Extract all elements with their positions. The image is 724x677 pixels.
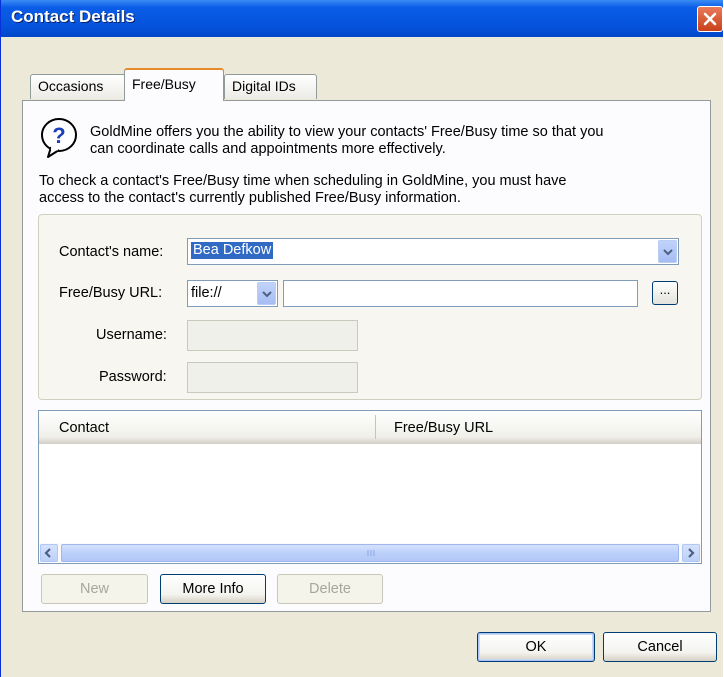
protocol-dropdown-button[interactable]: [257, 282, 276, 305]
contact-details-window: Contact Details Occasions Free/Busy Digi…: [0, 0, 723, 677]
scroll-thumb[interactable]: [61, 544, 679, 562]
cancel-button[interactable]: Cancel: [603, 632, 717, 662]
column-header-contact[interactable]: Contact: [59, 420, 109, 436]
more-info-button[interactable]: More Info: [160, 574, 266, 604]
scroll-left-button[interactable]: [40, 544, 58, 562]
tab-free-busy[interactable]: Free/Busy: [124, 68, 224, 101]
info-text-line-3: To check a contact's Free/Busy time when…: [39, 173, 567, 189]
tab-digital-ids[interactable]: Digital IDs: [224, 74, 317, 99]
protocol-select[interactable]: file://: [187, 280, 278, 307]
tab-occasions[interactable]: Occasions: [30, 74, 126, 99]
username-label: Username:: [96, 327, 167, 343]
browse-button[interactable]: ...: [652, 281, 678, 305]
protocol-value: file://: [191, 285, 222, 301]
close-button[interactable]: [697, 6, 723, 32]
info-text-line-1: GoldMine offers you the ability to view …: [90, 124, 604, 140]
contact-name-combo[interactable]: Bea Defkow: [187, 238, 679, 265]
list-header: Contact Free/Busy URL: [39, 411, 701, 444]
free-busy-url-input[interactable]: [283, 280, 638, 307]
question-bubble-icon: ?: [41, 118, 77, 158]
new-button[interactable]: New: [41, 574, 148, 604]
contacts-list[interactable]: Contact Free/Busy URL: [38, 410, 702, 564]
close-icon: [703, 12, 717, 26]
title-bar[interactable]: Contact Details: [1, 0, 723, 37]
username-input[interactable]: [187, 320, 358, 351]
window-title: Contact Details: [11, 7, 135, 26]
ok-button[interactable]: OK: [477, 632, 595, 662]
column-separator[interactable]: [375, 415, 376, 439]
free-busy-url-label: Free/Busy URL:: [59, 285, 163, 301]
password-label: Password:: [99, 369, 167, 385]
info-text-line-2: can coordinate calls and appointments mo…: [90, 141, 446, 157]
chevron-down-icon: [663, 249, 673, 256]
info-text-line-4: access to the contact's currently publis…: [39, 190, 461, 206]
delete-button[interactable]: Delete: [277, 574, 383, 604]
chevron-down-icon: [262, 291, 272, 298]
scroll-right-button[interactable]: [682, 544, 700, 562]
horizontal-scrollbar[interactable]: [39, 543, 701, 563]
contact-name-label: Contact's name:: [59, 244, 164, 260]
column-header-free-busy-url[interactable]: Free/Busy URL: [394, 420, 493, 436]
svg-text:?: ?: [52, 123, 65, 148]
contact-name-value: Bea Defkow: [191, 242, 274, 259]
chevron-right-icon: [688, 548, 695, 558]
chevron-left-icon: [44, 548, 51, 558]
grip-icon: [367, 550, 375, 556]
password-input[interactable]: [187, 362, 358, 393]
contact-name-dropdown-button[interactable]: [658, 240, 677, 263]
